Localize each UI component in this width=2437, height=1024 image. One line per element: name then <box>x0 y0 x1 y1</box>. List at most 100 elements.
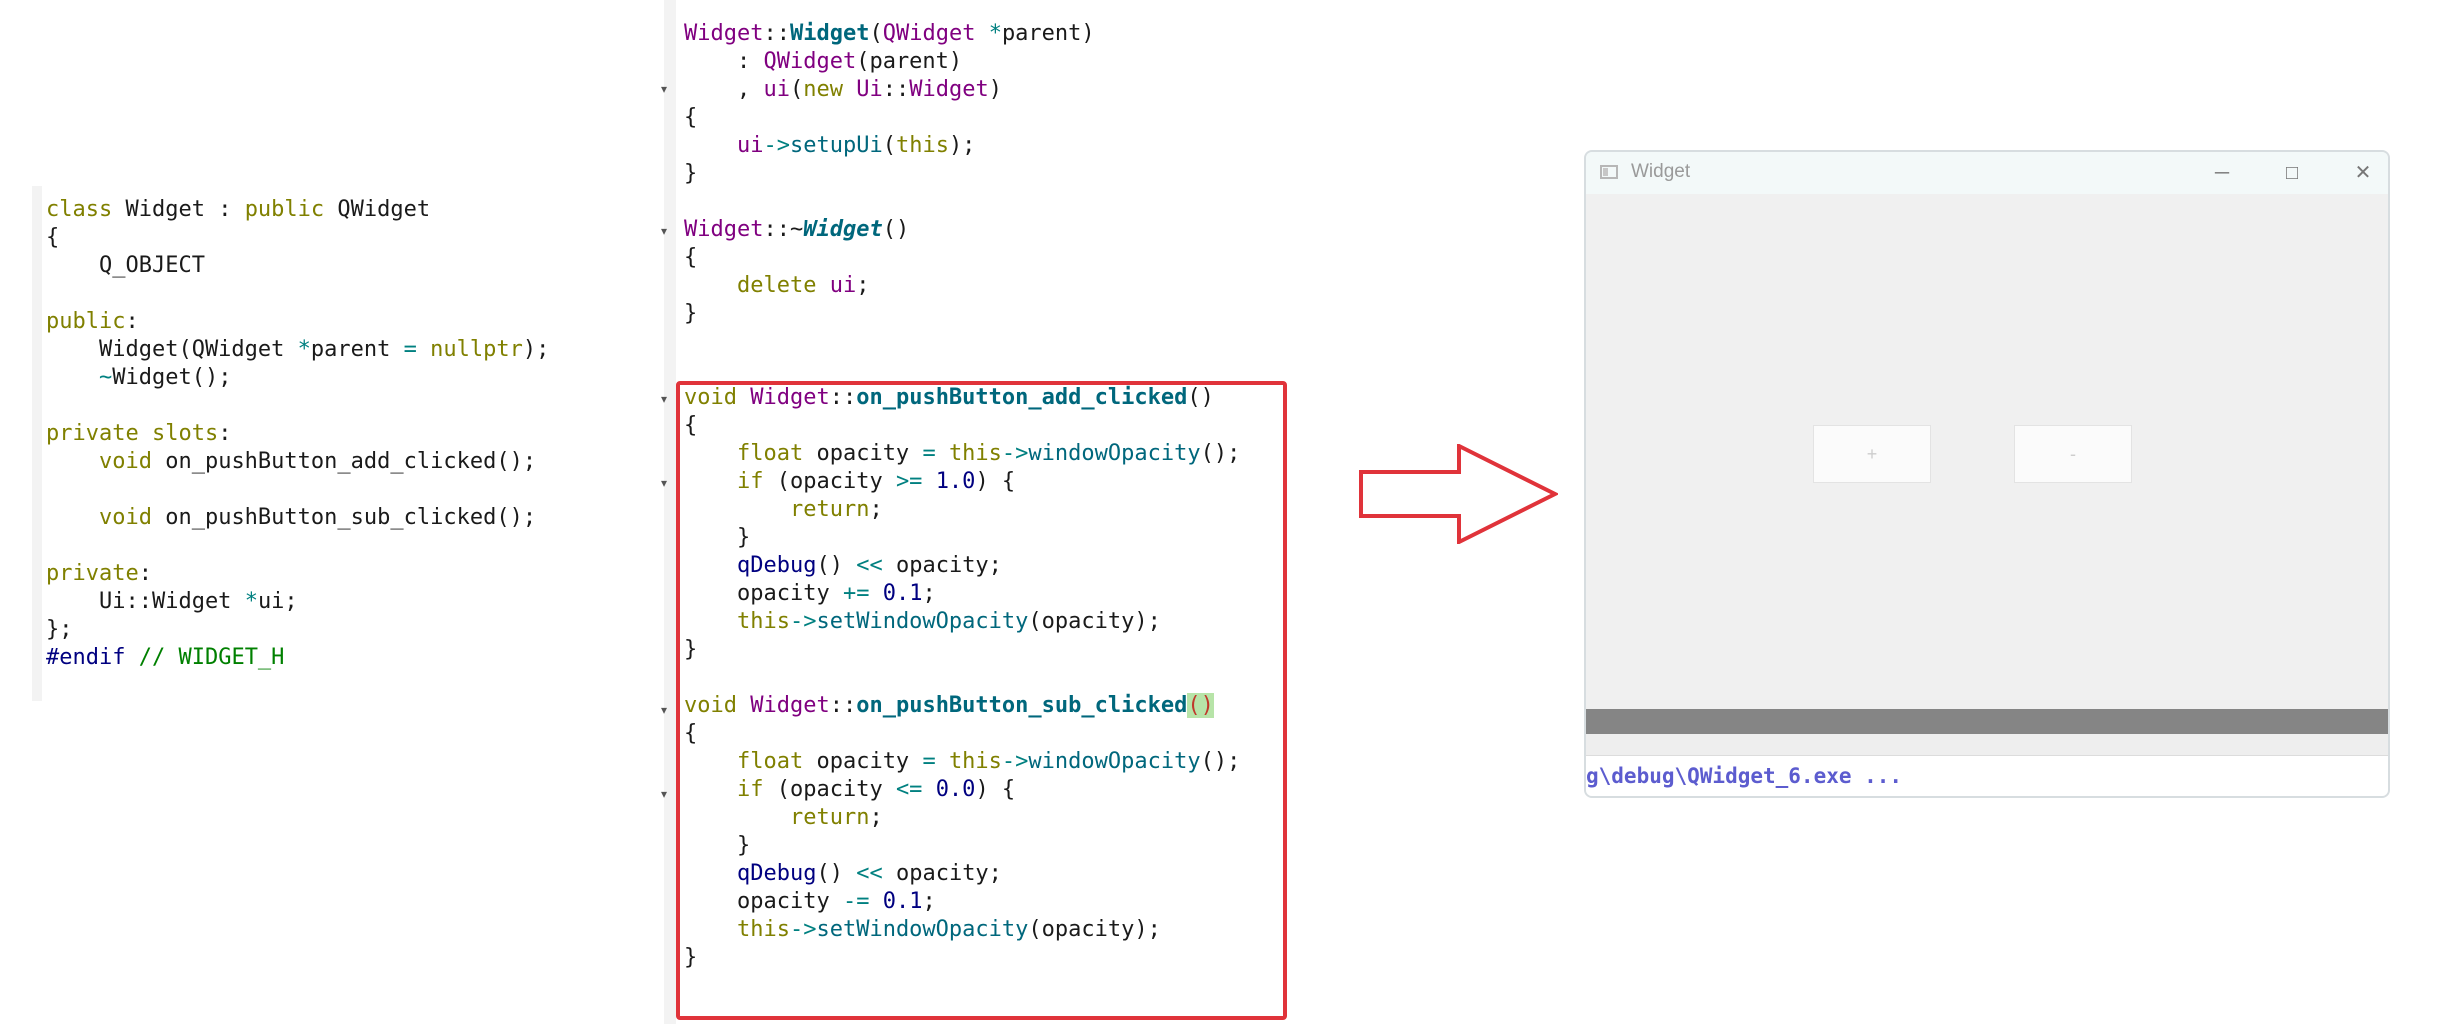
code-token: ~ <box>98 365 113 390</box>
code-line[interactable]: Ui::Widget *ui; <box>46 588 549 616</box>
code-token: Widget(); <box>112 365 232 390</box>
code-line[interactable]: private slots: <box>46 420 549 448</box>
code-token: ui <box>763 77 790 102</box>
code-token: Widget <box>684 217 764 242</box>
close-icon[interactable]: ✕ <box>2343 156 2383 190</box>
window-titlebar[interactable]: Widget ─ □ ✕ <box>1586 152 2388 194</box>
code-token: = <box>403 337 417 362</box>
code-token: Widget : <box>112 197 245 222</box>
code-token: nullptr <box>430 337 523 362</box>
code-line[interactable]: private: <box>46 560 549 588</box>
code-token: } <box>684 161 698 186</box>
code-line[interactable]: , ui(new Ui::Widget) <box>684 76 1240 104</box>
code-token: void <box>98 505 152 530</box>
code-token: on_pushButton_sub_clicked(); <box>151 505 537 530</box>
code-token: public <box>244 197 325 222</box>
code-line[interactable]: Widget::Widget(QWidget *parent) <box>684 20 1240 48</box>
fold-marker-icon[interactable]: ▾ <box>661 224 667 238</box>
right-arrow-icon <box>1359 444 1558 544</box>
fold-marker-icon[interactable]: ▾ <box>661 392 667 406</box>
code-line[interactable]: public: <box>46 308 549 336</box>
code-line[interactable] <box>46 280 549 308</box>
app-window[interactable]: Widget ─ □ ✕ + - g\debug\QWidget_6.exe .… <box>1584 150 2390 798</box>
code-token: :: <box>882 77 910 102</box>
code-line[interactable]: ~Widget(); <box>46 364 549 392</box>
window-title: Widget <box>1631 161 1691 182</box>
code-token: Widget <box>909 77 989 102</box>
code-token: * <box>244 589 258 614</box>
code-token: this <box>895 133 949 158</box>
code-token: ); <box>948 133 976 158</box>
code-token: Q_OBJECT <box>46 253 205 278</box>
executable-path-text: g\debug\QWidget_6.exe ... <box>1586 764 1903 788</box>
code-line[interactable]: void on_pushButton_sub_clicked(); <box>46 504 549 532</box>
code-token: parent) <box>1001 21 1095 46</box>
fold-marker-icon[interactable]: ▾ <box>661 476 667 490</box>
code-token: -> <box>763 133 790 158</box>
code-token: on_pushButton_add_clicked(); <box>151 449 537 474</box>
code-line[interactable]: Widget::~Widget() <box>684 216 1240 244</box>
code-line[interactable]: class Widget : public QWidget <box>46 196 549 224</box>
code-line[interactable] <box>46 392 549 420</box>
code-line[interactable]: delete ui; <box>684 272 1240 300</box>
output-panel-header <box>1586 709 2388 734</box>
maximize-icon[interactable]: □ <box>2272 156 2312 190</box>
code-token: QWidget <box>763 49 857 74</box>
code-line[interactable] <box>46 532 549 560</box>
output-panel-toolbar <box>1586 734 2388 756</box>
code-line[interactable]: { <box>684 244 1240 272</box>
code-token: : <box>138 561 152 586</box>
code-token: { <box>684 245 698 270</box>
code-line[interactable]: { <box>684 104 1240 132</box>
code-token: new <box>803 77 843 102</box>
app-icon <box>1600 165 1618 179</box>
add-opacity-button[interactable]: + <box>1813 425 1931 483</box>
code-token: Widget <box>789 21 870 46</box>
header-code-editor[interactable]: class Widget : public QWidget{ Q_OBJECT p… <box>46 196 549 672</box>
code-token: QWidget <box>324 197 431 222</box>
code-token: class <box>46 197 113 222</box>
code-token: parent <box>310 337 404 362</box>
code-token: // WIDGET_H <box>125 645 285 670</box>
code-line[interactable]: #endif // WIDGET_H <box>46 644 549 672</box>
code-token: ( <box>789 77 804 102</box>
code-token: { <box>46 225 60 250</box>
code-line[interactable]: ui->setupUi(this); <box>684 132 1240 160</box>
code-line[interactable]: }; <box>46 616 549 644</box>
code-line[interactable]: void on_pushButton_add_clicked(); <box>46 448 549 476</box>
fold-marker-icon[interactable]: ▾ <box>661 82 667 96</box>
sub-opacity-button[interactable]: - <box>2014 425 2132 483</box>
fold-marker-icon[interactable]: ▾ <box>661 703 667 717</box>
code-token: :: <box>763 21 790 46</box>
code-line[interactable]: Widget(QWidget *parent = nullptr); <box>46 336 549 364</box>
code-line[interactable]: : QWidget(parent) <box>684 48 1240 76</box>
minimize-icon[interactable]: ─ <box>2202 156 2242 190</box>
code-line[interactable] <box>684 356 1240 384</box>
code-token: (parent) <box>856 49 963 74</box>
code-line[interactable] <box>46 476 549 504</box>
code-token: QWidget <box>882 21 976 46</box>
code-line[interactable]: } <box>684 160 1240 188</box>
code-line[interactable]: Q_OBJECT <box>46 252 549 280</box>
code-token: Widget <box>803 217 883 242</box>
code-token: ; <box>856 273 870 298</box>
code-token: : <box>218 421 232 446</box>
code-line[interactable] <box>684 188 1240 216</box>
code-token: delete <box>736 273 817 298</box>
code-token: * <box>297 337 311 362</box>
code-line[interactable]: } <box>684 300 1240 328</box>
code-token: ( <box>869 21 883 46</box>
source-editor-gutter <box>664 0 676 1024</box>
code-token: * <box>988 21 1002 46</box>
code-line[interactable]: { <box>46 224 549 252</box>
fold-marker-icon[interactable]: ▾ <box>661 787 667 801</box>
code-token: ui; <box>257 589 298 614</box>
code-line[interactable] <box>684 328 1240 356</box>
code-token: private <box>46 421 139 446</box>
